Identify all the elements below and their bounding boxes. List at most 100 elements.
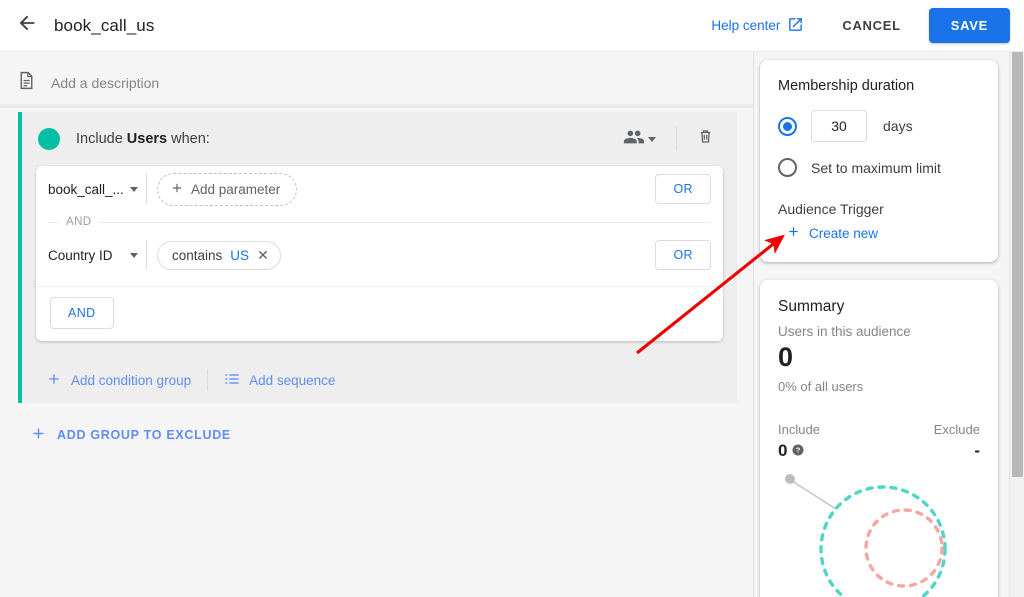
scope-selector-button[interactable]	[617, 120, 666, 159]
add-condition-group-label: Add condition group	[71, 372, 192, 388]
include-exclude-values: 0 ? -	[778, 441, 980, 461]
people-icon	[623, 126, 645, 153]
venn-leader-line	[791, 480, 837, 510]
cancel-button[interactable]: CANCEL	[830, 9, 912, 42]
include-scope: Users	[126, 131, 168, 147]
footer-divider	[207, 369, 209, 391]
arrow-left-icon	[16, 12, 38, 39]
plus-icon	[46, 371, 62, 390]
condition-group-footer: Add condition group Add sequence	[22, 357, 737, 403]
and-separator: AND	[36, 212, 723, 232]
help-circle-icon[interactable]: ?	[792, 441, 804, 461]
filled-circle-icon	[38, 128, 60, 150]
audience-builder-page: book_call_us Help center CANCEL SAVE Add…	[0, 0, 1024, 597]
condition-group-header: Include Users when:	[22, 112, 737, 166]
chevron-down-icon	[648, 136, 656, 142]
plus-icon	[786, 224, 801, 242]
description-row[interactable]: Add a description	[0, 52, 753, 112]
and-sep-line-left	[48, 221, 58, 223]
add-group-to-exclude-label: ADD GROUP TO EXCLUDE	[57, 428, 231, 442]
add-group-to-exclude-button[interactable]: ADD GROUP TO EXCLUDE	[0, 403, 753, 445]
max-limit-label: Set to maximum limit	[811, 159, 941, 176]
description-placeholder: Add a description	[51, 75, 160, 91]
delete-group-button[interactable]	[687, 121, 723, 157]
card-inner-divider	[36, 286, 723, 287]
radio-days[interactable]	[778, 116, 797, 136]
add-sequence-button[interactable]: Add sequence	[224, 371, 335, 390]
summary-card: Summary Users in this audience 0 0% of a…	[760, 280, 998, 597]
dropdown-caret-icon	[130, 186, 138, 192]
include-value-group: 0 ?	[778, 441, 804, 461]
dimension-select-0[interactable]: book_call_...	[36, 174, 146, 205]
audience-definition-panel: Add a description Include Users when: bo…	[0, 52, 754, 597]
summary-subtitle: Users in this audience	[778, 324, 911, 339]
help-center-link[interactable]: Help center	[711, 16, 804, 36]
create-new-trigger-button[interactable]: Create new	[786, 224, 980, 242]
or-button-0[interactable]: OR	[655, 174, 711, 204]
include-prefix: Include	[76, 131, 123, 147]
condition-row: book_call_... Add parameter OR	[36, 166, 723, 212]
chip-value: US	[230, 247, 250, 263]
audience-trigger-title: Audience Trigger	[778, 201, 884, 217]
row-divider	[146, 240, 147, 270]
include-exclude-headers: Include Exclude	[778, 422, 980, 437]
top-bar-actions: Help center CANCEL SAVE	[711, 8, 1024, 43]
duration-days-option[interactable]: days	[778, 110, 980, 142]
venn-exclude-circle	[864, 507, 944, 588]
summary-percent: 0% of all users	[778, 378, 864, 394]
venn-svg	[785, 473, 947, 597]
vertical-scrollbar[interactable]	[1009, 52, 1024, 597]
help-center-label: Help center	[711, 18, 781, 33]
open-in-new-icon	[787, 16, 804, 36]
duration-max-option[interactable]: Set to maximum limit	[778, 158, 980, 177]
row-divider	[146, 174, 147, 204]
back-button[interactable]	[6, 5, 48, 47]
include-condition-group: Include Users when: book_call_... Add pa…	[18, 112, 737, 403]
trash-icon	[696, 127, 715, 151]
tool-divider	[676, 127, 677, 151]
dropdown-caret-icon	[130, 252, 138, 258]
venn-diagram	[778, 465, 980, 597]
and-button[interactable]: AND	[50, 297, 114, 329]
content-top-scroll-edge	[0, 104, 753, 108]
sequence-list-icon	[224, 371, 240, 390]
settings-panel: Membership duration days Set to maximum …	[754, 52, 1008, 597]
add-parameter-button[interactable]: Add parameter	[157, 172, 298, 206]
membership-duration-card: Membership duration days Set to maximum …	[760, 60, 998, 262]
add-condition-group-button[interactable]: Add condition group	[46, 371, 191, 390]
conditions-card: book_call_... Add parameter OR AND Count…	[36, 166, 723, 341]
include-value: 0	[778, 440, 788, 460]
and-sep-line-right	[99, 221, 711, 223]
summary-title: Summary	[778, 298, 845, 315]
dimension-label: Country ID	[48, 247, 113, 263]
exclude-label: Exclude	[933, 421, 980, 437]
include-label: Include	[778, 421, 820, 437]
venn-leader-dot	[785, 473, 795, 484]
condition-row: Country ID contains US ✕ OR	[36, 232, 723, 278]
include-suffix: when:	[171, 131, 210, 147]
and-separator-label: AND	[66, 216, 92, 228]
exclude-value: -	[974, 440, 980, 460]
days-input[interactable]	[811, 110, 867, 142]
scrollbar-thumb[interactable]	[1012, 52, 1023, 477]
svg-text:?: ?	[796, 445, 801, 454]
save-button[interactable]: SAVE	[928, 8, 1010, 43]
close-icon[interactable]: ✕	[257, 248, 269, 262]
top-app-bar: book_call_us Help center CANCEL SAVE	[0, 0, 1024, 52]
condition-group-tools	[617, 120, 723, 159]
include-statement: Include Users when:	[76, 131, 210, 147]
plus-icon	[30, 425, 47, 445]
add-parameter-label: Add parameter	[191, 181, 281, 197]
create-new-label: Create new	[809, 225, 879, 241]
description-icon	[16, 70, 37, 96]
plus-icon	[170, 181, 184, 198]
filter-chip[interactable]: contains US ✕	[157, 240, 281, 270]
or-button-1[interactable]: OR	[655, 240, 711, 270]
chip-operator: contains	[172, 247, 223, 263]
days-unit-label: days	[883, 118, 913, 134]
membership-duration-title: Membership duration	[778, 78, 915, 94]
add-sequence-label: Add sequence	[249, 372, 336, 388]
radio-max-limit[interactable]	[778, 158, 797, 177]
dimension-select-1[interactable]: Country ID	[36, 240, 146, 271]
page-title: book_call_us	[54, 15, 155, 35]
